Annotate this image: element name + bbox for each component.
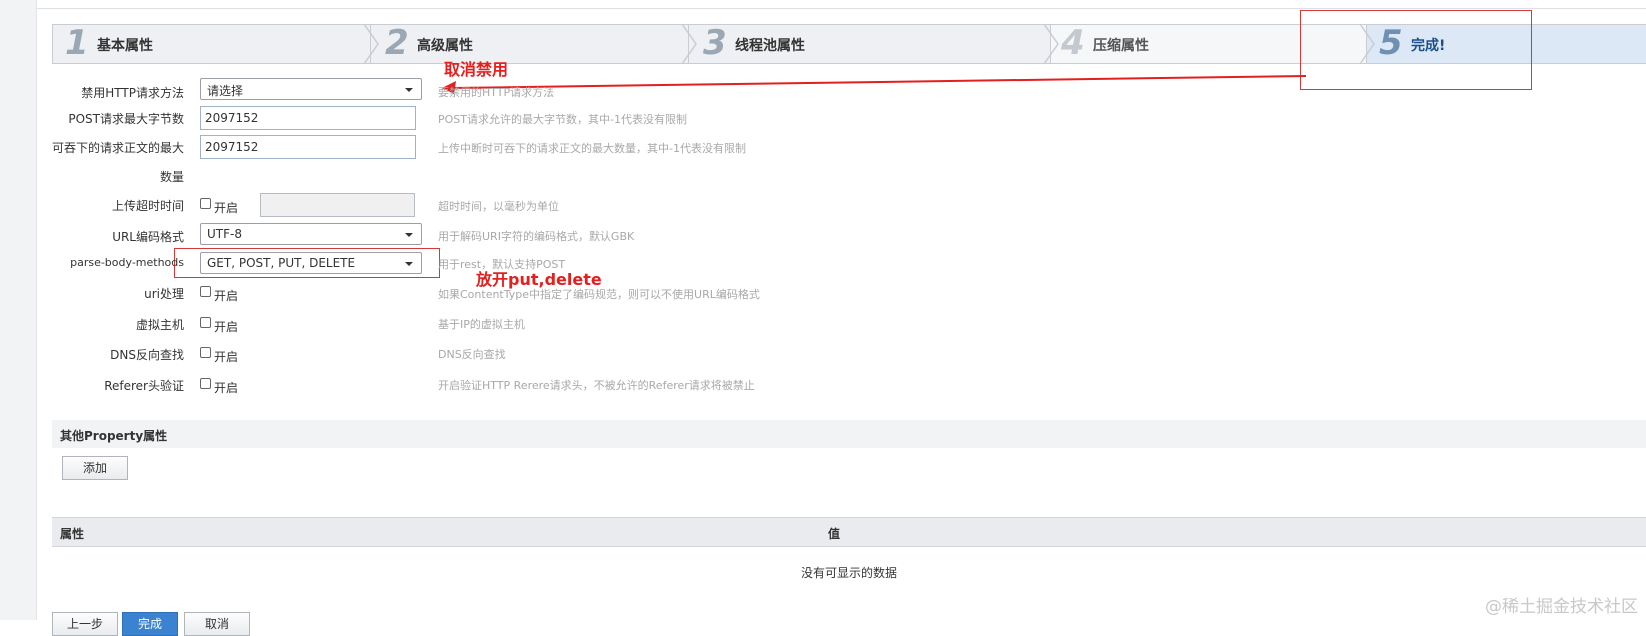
checkbox-label: 开启 bbox=[214, 289, 239, 303]
dns-lookup-checkbox[interactable] bbox=[200, 347, 211, 358]
hint-virtual-host: 基于IP的虚拟主机 bbox=[438, 318, 525, 331]
step-label: 线程池属性 bbox=[735, 38, 805, 54]
checkbox-label: 开启 bbox=[214, 320, 239, 334]
upload-timeout-input bbox=[260, 193, 415, 217]
section-title-text: 其他Property属性 bbox=[60, 429, 168, 443]
hint-disabled-http-methods: 要禁用的HTTP请求方法 bbox=[438, 86, 555, 99]
label-max-swallow-line1: 可吞下的请求正文的最大 bbox=[52, 141, 185, 155]
column-header-value[interactable]: 值 bbox=[828, 525, 840, 542]
hint-parse-body-methods: 用于rest，默认支持POST bbox=[438, 258, 566, 271]
empty-table-message: 没有可显示的数据 bbox=[800, 566, 897, 580]
upload-timeout-checkbox[interactable] bbox=[200, 198, 211, 209]
section-title-other-properties: 其他Property属性 bbox=[52, 420, 1646, 448]
hint-dns-lookup: DNS反向查找 bbox=[438, 348, 506, 361]
step-number: 3 bbox=[703, 23, 727, 63]
step-number: 4 bbox=[1061, 23, 1085, 63]
post-max-bytes-input[interactable]: 2097152 bbox=[200, 106, 416, 130]
virtual-host-checkbox[interactable] bbox=[200, 317, 211, 328]
hint-uri-encoding: 用于解码URI字符的编码格式，默认GBK bbox=[438, 230, 635, 243]
parse-body-methods-select[interactable]: GET, POST, PUT, DELETE bbox=[200, 252, 422, 274]
field-label: 禁用HTTP请求方法 bbox=[81, 86, 184, 100]
checkbox-label: 开启 bbox=[214, 350, 239, 364]
label-uri-encoding: URL编码格式 bbox=[112, 230, 184, 244]
referer-check-checkbox[interactable] bbox=[200, 378, 211, 389]
uri-processing-row: 开启 bbox=[0, 281, 300, 307]
top-divider bbox=[36, 8, 1646, 9]
column-header-property[interactable]: 属性 bbox=[60, 525, 84, 542]
dropdown-caret-icon bbox=[405, 262, 413, 266]
select-value: GET, POST, PUT, DELETE bbox=[207, 256, 356, 270]
wizard-step-2[interactable]: 2 高级属性 bbox=[370, 23, 690, 64]
step-number: 1 bbox=[65, 23, 89, 63]
label-max-swallow-line2: 数量 bbox=[159, 170, 184, 184]
disabled-http-methods-select[interactable]: 请选择 bbox=[200, 78, 422, 100]
step-number: 2 bbox=[385, 23, 409, 63]
annotation-cancel-disable: 取消禁用 bbox=[444, 60, 509, 79]
hint-post-max-bytes: POST请求允许的最大字节数，其中-1代表没有限制 bbox=[438, 113, 687, 126]
property-table-header: 属性 值 bbox=[52, 517, 1646, 547]
watermark: @稀土掘金技术社区 bbox=[1485, 597, 1638, 617]
checkbox-label: 开启 bbox=[214, 201, 239, 215]
finish-button[interactable]: 完成 bbox=[122, 612, 178, 636]
cancel-button[interactable]: 取消 bbox=[184, 612, 250, 636]
step-label: 压缩属性 bbox=[1093, 38, 1149, 54]
wizard-step-3[interactable]: 3 线程池属性 bbox=[688, 23, 1052, 64]
hint-max-swallow-size: 上传中断时可吞下的请求正文的最大数量，其中-1代表没有限制 bbox=[438, 142, 746, 155]
label-parse-body-methods: parse-body-methods bbox=[70, 256, 184, 269]
left-gutter bbox=[0, 0, 37, 620]
step-label: 基本属性 bbox=[97, 38, 153, 54]
step-separator-icon bbox=[1043, 24, 1059, 64]
step-label: 高级属性 bbox=[417, 38, 473, 54]
virtual-host-row: 开启 bbox=[0, 312, 300, 338]
wizard-step-1[interactable]: 1 基本属性 bbox=[52, 23, 372, 64]
dns-lookup-row: 开启 bbox=[0, 342, 300, 368]
step-separator-icon bbox=[363, 24, 379, 64]
checkbox-label: 开启 bbox=[214, 381, 239, 395]
select-value: UTF-8 bbox=[207, 227, 242, 241]
add-property-button[interactable]: 添加 bbox=[62, 456, 128, 480]
hint-upload-timeout: 超时时间，以毫秒为单位 bbox=[438, 200, 559, 213]
dropdown-caret-icon bbox=[405, 88, 413, 92]
annotation-box-finish-step bbox=[1300, 10, 1532, 90]
step-separator-icon bbox=[681, 24, 697, 64]
max-swallow-size-input[interactable]: 2097152 bbox=[200, 135, 416, 159]
label-post-max-bytes: POST请求最大字节数 bbox=[68, 112, 184, 126]
select-value: 请选择 bbox=[207, 84, 244, 98]
referer-check-row: 开启 bbox=[0, 373, 300, 399]
hint-referer-check: 开启验证HTTP Rerere请求头，不被允许的Referer请求将被禁止 bbox=[438, 379, 755, 392]
hint-uri-processing: 如果ContentType中指定了编码规范，则可以不使用URL编码格式 bbox=[438, 288, 760, 301]
uri-encoding-select[interactable]: UTF-8 bbox=[200, 223, 422, 245]
prev-button[interactable]: 上一步 bbox=[52, 612, 118, 636]
uri-processing-checkbox[interactable] bbox=[200, 286, 211, 297]
dropdown-caret-icon bbox=[405, 233, 413, 237]
